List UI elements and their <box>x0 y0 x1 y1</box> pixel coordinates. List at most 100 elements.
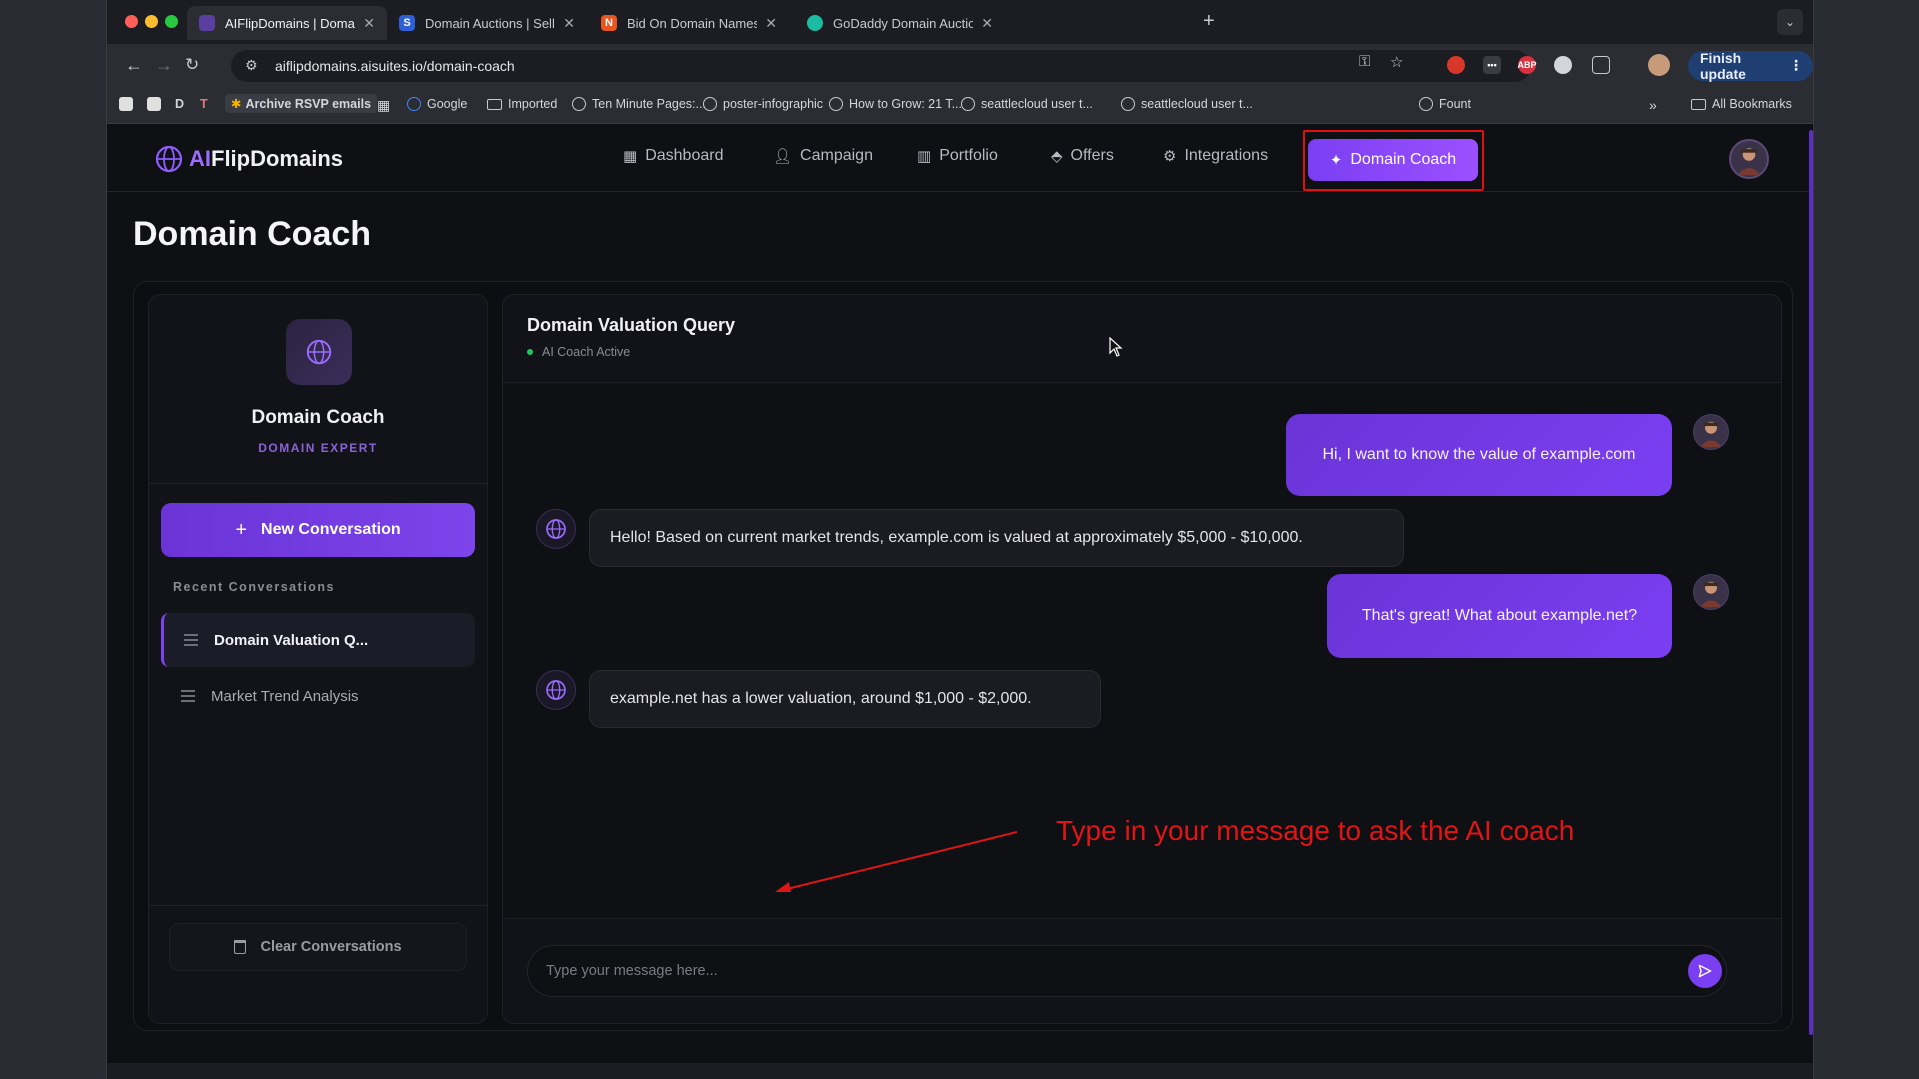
tab-title: Domain Auctions | Sell domai <box>425 15 555 31</box>
bottom-bar <box>107 1063 1813 1079</box>
back-arrow-icon[interactable]: ← <box>125 55 143 76</box>
extension-play-icon[interactable] <box>1554 56 1572 74</box>
user-message: Hi, I want to know the value of example.… <box>1286 414 1672 496</box>
globe-icon <box>546 519 566 539</box>
tab-title: AIFlipDomains | Domain Coac <box>225 15 355 31</box>
minimize-window-button[interactable] <box>145 15 158 28</box>
globe-icon <box>572 97 586 111</box>
close-tab-icon[interactable]: ✕ <box>363 15 375 32</box>
list-lines-icon <box>181 690 195 702</box>
bookmark-imported-folder[interactable]: Imported <box>487 97 557 111</box>
bookmark-seattlecloud-2[interactable]: seattlecloud user t... <box>1121 97 1253 111</box>
bookmark-label: D <box>175 97 185 111</box>
globe-icon <box>703 97 717 111</box>
browser-tab-godaddy[interactable]: GoDaddy Domain Auctions ✕ <box>795 6 1005 40</box>
profile-avatar[interactable] <box>1648 54 1670 76</box>
clear-conversations-button[interactable]: Clear Conversations <box>169 923 467 971</box>
tutorial-highlight-box <box>1303 130 1484 191</box>
ai-message-avatar <box>536 509 576 549</box>
maximize-window-button[interactable] <box>165 15 178 28</box>
bookmark-fount[interactable]: Fount <box>1419 97 1471 111</box>
kebab-menu-icon[interactable]: ⋮ <box>1789 57 1803 74</box>
new-conversation-button[interactable]: + New Conversation <box>161 503 475 557</box>
nav-portfolio[interactable]: ▥ Portfolio <box>917 147 998 165</box>
nav-integrations[interactable]: ⚙ Integrations <box>1163 147 1268 165</box>
browser-tab-aiflipdomains[interactable]: AIFlipDomains | Domain Coac ✕ <box>187 6 387 40</box>
adblock-plus-icon[interactable]: ABP <box>1518 56 1537 74</box>
site-settings-icon[interactable]: ⚙ <box>245 57 258 74</box>
chat-header: Domain Valuation Query AI Coach Active <box>503 295 1781 383</box>
page-title: Domain Coach <box>133 215 372 253</box>
close-tab-icon[interactable]: ✕ <box>765 15 777 32</box>
password-key-icon[interactable]: ⚿ <box>1359 53 1370 70</box>
url-text: aiflipdomains.aisuites.io/domain-coach <box>275 58 515 74</box>
godaddy-favicon-icon <box>807 15 823 31</box>
browser-tab-bid-on-domains[interactable]: N Bid On Domain Names | Dom ✕ <box>589 6 789 40</box>
bookmark-seattlecloud-1[interactable]: seattlecloud user t... <box>961 97 1093 111</box>
message-input[interactable] <box>527 945 1727 997</box>
tag-icon: ⬘ <box>1051 148 1063 165</box>
apps-grid-icon[interactable]: ▦ <box>377 97 390 114</box>
app-root: AI FlipDomains ▦ Dashboard 👤︎ Campaign ▥ Por… <box>107 125 1813 1079</box>
status-dot-icon <box>527 349 533 355</box>
bookmark-d[interactable]: D <box>175 97 184 111</box>
new-tab-icon[interactable]: + <box>1203 10 1215 33</box>
close-tab-icon[interactable]: ✕ <box>981 15 993 32</box>
all-bookmarks-folder[interactable]: All Bookmarks <box>1691 97 1792 111</box>
bookmark-poster-infographic[interactable]: poster-infographic <box>703 97 823 111</box>
bookmark-google[interactable]: Google <box>407 97 467 111</box>
nav-offers[interactable]: ⬘ Offers <box>1051 147 1114 165</box>
bookmark-blank-1[interactable] <box>119 97 133 111</box>
reload-icon[interactable]: ↻ <box>185 55 199 75</box>
user-avatar[interactable] <box>1729 139 1769 179</box>
extension-fox-icon[interactable] <box>1447 56 1465 74</box>
nav-campaign[interactable]: 👤︎ Campaign <box>773 147 873 165</box>
sidebar-title: Domain Coach <box>251 407 385 428</box>
bookmark-how-to-grow[interactable]: How to Grow: 21 T... <box>829 97 962 111</box>
tab-strip: AIFlipDomains | Domain Coac ✕ S Domain A… <box>107 0 1813 44</box>
bookmark-archive-rsvp[interactable]: ✱ Archive RSVP emails <box>225 94 378 113</box>
page-icon <box>119 97 133 111</box>
tab-search-chevron-icon[interactable]: ⌄ <box>1777 9 1803 35</box>
send-button[interactable] <box>1688 954 1722 988</box>
nav-dashboard[interactable]: ▦ Dashboard <box>623 147 723 165</box>
app-header: AI FlipDomains ▦ Dashboard 👤︎ Campaign ▥ Por… <box>107 125 1813 192</box>
conversation-item-market-trend[interactable]: Market Trend Analysis <box>161 669 475 723</box>
ai-message: Hello! Based on current market trends, e… <box>589 509 1404 567</box>
conversation-item-domain-valuation[interactable]: Domain Valuation Q... <box>161 613 475 667</box>
bookmark-label: Ten Minute Pages:... <box>592 97 706 111</box>
close-window-button[interactable] <box>125 15 138 28</box>
bookmark-t[interactable]: T <box>200 97 208 111</box>
nav-label: Campaign <box>800 147 873 164</box>
browser-tab-domain-auctions[interactable]: S Domain Auctions | Sell domai ✕ <box>387 6 587 40</box>
coach-avatar <box>286 319 352 385</box>
globe-icon <box>1121 97 1135 111</box>
message-text: Hi, I want to know the value of example.… <box>1322 446 1636 463</box>
folder-icon <box>487 98 502 110</box>
extension-dots-icon[interactable]: ••• <box>1483 56 1501 74</box>
trash-icon <box>234 940 247 954</box>
close-tab-icon[interactable]: ✕ <box>563 15 575 32</box>
bookmark-ten-minute-pages[interactable]: Ten Minute Pages:... <box>572 97 706 111</box>
browser-toolbar: ← → ↻ ⚙ aiflipdomains.aisuites.io/domain… <box>107 44 1813 88</box>
recent-conversations-heading: Recent Conversations <box>173 580 335 594</box>
forward-arrow-icon[interactable]: → <box>155 55 173 76</box>
tutorial-arrow-icon <box>775 831 1018 892</box>
google-icon <box>407 97 421 111</box>
bookmark-blank-2[interactable] <box>147 97 161 111</box>
extensions-puzzle-icon[interactable] <box>1592 56 1610 74</box>
bookmark-label: T <box>200 97 208 111</box>
bookmark-star-icon[interactable]: ☆ <box>1390 53 1403 71</box>
window-scrollbar[interactable] <box>1809 130 1813 1035</box>
finish-update-button[interactable]: Finish update ⋮ <box>1688 50 1813 82</box>
composer <box>503 918 1781 1023</box>
message-text: That's great! What about example.net? <box>1361 607 1638 624</box>
aiflipdomains-favicon-icon <box>199 15 215 31</box>
chat-title: Domain Valuation Query <box>527 315 736 335</box>
conversation-label: Domain Valuation Q... <box>214 631 369 649</box>
send-arrow-icon <box>1698 964 1712 978</box>
app-logo[interactable]: AI FlipDomains <box>153 143 343 175</box>
address-bar[interactable]: ⚙ aiflipdomains.aisuites.io/domain-coach <box>231 50 1531 82</box>
logo-text: FlipDomains <box>211 146 344 171</box>
bookmarks-overflow-icon[interactable]: » <box>1649 97 1657 113</box>
